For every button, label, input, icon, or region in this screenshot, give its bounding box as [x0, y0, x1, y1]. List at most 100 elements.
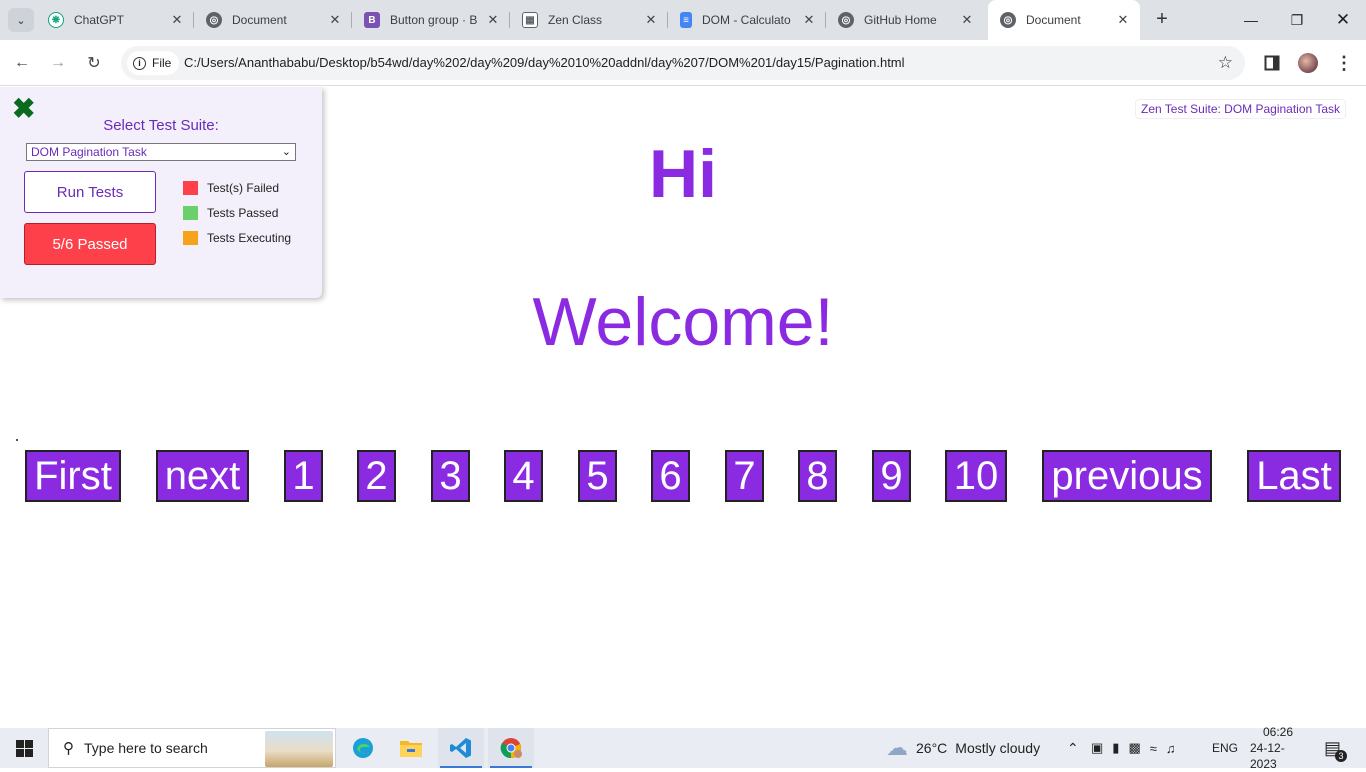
- pagination-page-3[interactable]: 3: [431, 450, 470, 502]
- taskbar-file-explorer[interactable]: [388, 728, 434, 768]
- url-text[interactable]: C:/Users/Ananthababu/Desktop/b54wd/day%2…: [184, 55, 905, 70]
- meet-icon[interactable]: ▣: [1091, 740, 1103, 756]
- close-tab-icon[interactable]: ✕: [642, 12, 660, 28]
- taskbar-vscode[interactable]: [438, 728, 484, 768]
- edge-icon: [353, 738, 373, 758]
- taskbar-chrome[interactable]: [488, 728, 534, 768]
- test-suite-tag: Zen Test Suite: DOM Pagination Task: [1135, 99, 1346, 119]
- tab-github-home[interactable]: ◎ GitHub Home ✕: [826, 0, 984, 40]
- tab-chatgpt[interactable]: ❋ ChatGPT ✕: [36, 0, 194, 40]
- tab-title: Document: [1026, 13, 1081, 27]
- legend-executing: Tests Executing: [183, 231, 291, 245]
- close-tab-icon[interactable]: ✕: [1114, 12, 1132, 28]
- tab-document-active[interactable]: ◎ Document ✕: [988, 0, 1140, 40]
- close-icon: ✕: [1335, 10, 1351, 29]
- pagination-page-6[interactable]: 6: [651, 450, 690, 502]
- pagination-page-2[interactable]: 2: [357, 450, 396, 502]
- welcome-text: Welcome!: [532, 284, 834, 360]
- profile-avatar[interactable]: [1296, 51, 1320, 75]
- bookmark-star-icon[interactable]: ☆: [1218, 53, 1233, 73]
- close-tab-icon[interactable]: ✕: [958, 12, 976, 28]
- pagination-page-7[interactable]: 7: [725, 450, 764, 502]
- restore-icon: ❐: [1290, 11, 1304, 28]
- pagination-previous-button[interactable]: previous: [1042, 450, 1212, 502]
- close-tab-icon[interactable]: ✕: [168, 12, 186, 28]
- weather-temp: 26°C: [916, 740, 948, 756]
- info-icon: i: [133, 56, 146, 70]
- stray-dot: [16, 439, 18, 441]
- test-result-badge[interactable]: 5/6 Passed: [24, 223, 156, 265]
- close-window-button[interactable]: ✕: [1320, 0, 1366, 40]
- site-info-chip[interactable]: i File: [127, 51, 180, 75]
- side-panel-icon[interactable]: [1260, 51, 1284, 75]
- volume-muted-icon[interactable]: ♫: [1166, 741, 1176, 756]
- avatar: [1298, 53, 1318, 73]
- tray-overflow-button[interactable]: ⌃: [1067, 728, 1079, 768]
- chrome-icon: [500, 738, 522, 759]
- pagination-page-5[interactable]: 5: [578, 450, 617, 502]
- reload-icon: ↻: [87, 55, 101, 72]
- forward-button[interactable]: →: [46, 51, 70, 75]
- tab-document-1[interactable]: ◎ Document ✕: [194, 0, 352, 40]
- pagination-next-button[interactable]: next: [156, 450, 249, 502]
- chevron-down-icon: ⌄: [16, 14, 26, 27]
- pagination-page-1[interactable]: 1: [284, 450, 323, 502]
- start-button[interactable]: [0, 728, 48, 768]
- battery-icon[interactable]: ▮: [1112, 740, 1119, 756]
- globe-icon: ◎: [1000, 12, 1016, 28]
- menu-kebab-icon[interactable]: ⋮: [1332, 51, 1356, 75]
- minimize-icon: —: [1244, 12, 1258, 28]
- close-tab-icon[interactable]: ✕: [800, 12, 818, 28]
- pagination-page-10[interactable]: 10: [945, 450, 1007, 502]
- back-button[interactable]: ←: [10, 51, 34, 75]
- page-heading: Hi: [649, 136, 717, 212]
- tab-title: Button group · B: [390, 13, 478, 27]
- arrow-right-icon: →: [50, 54, 66, 71]
- pagination-page-4[interactable]: 4: [504, 450, 543, 502]
- tab-zen-class[interactable]: ▦ Zen Class ✕: [510, 0, 668, 40]
- tab-button-group[interactable]: B Button group · B ✕: [352, 0, 510, 40]
- chatgpt-icon: ❋: [48, 12, 64, 28]
- search-icon: ⚲: [63, 740, 74, 757]
- pagination-page-8[interactable]: 8: [798, 450, 837, 502]
- close-tab-icon[interactable]: ✕: [484, 12, 502, 28]
- pagination-last-button[interactable]: Last: [1247, 450, 1341, 502]
- notifications-button[interactable]: ▤ 3: [1324, 728, 1347, 768]
- tab-dom-calculator[interactable]: ≡ DOM - Calculato ✕: [668, 0, 826, 40]
- taskbar-edge[interactable]: [340, 728, 386, 768]
- close-tab-icon[interactable]: ✕: [326, 12, 344, 28]
- globe-icon: ◎: [838, 12, 854, 28]
- executing-swatch: [183, 231, 198, 245]
- plus-icon: +: [1156, 8, 1168, 30]
- reload-button[interactable]: ↻: [82, 51, 106, 75]
- browser-tab-strip: ⌄ ❋ ChatGPT ✕ ◎ Document ✕ B Button grou…: [0, 0, 1366, 40]
- arrow-left-icon: ←: [14, 54, 30, 71]
- weather-widget[interactable]: ☁ 26°C Mostly cloudy: [886, 728, 1040, 768]
- tab-title: ChatGPT: [74, 13, 125, 27]
- bootstrap-icon: B: [364, 12, 380, 28]
- legend-label: Tests Executing: [207, 231, 292, 245]
- tab-title: Zen Class: [548, 13, 603, 27]
- tab-title: GitHub Home: [864, 13, 937, 27]
- notification-count-badge: 3: [1335, 750, 1347, 762]
- vscode-icon: [450, 738, 471, 758]
- pagination-first-button[interactable]: First: [25, 450, 121, 502]
- folder-icon: [400, 741, 422, 757]
- panel-title: Select Test Suite:: [103, 117, 219, 134]
- address-bar[interactable]: i File C:/Users/Ananthababu/Desktop/b54w…: [121, 46, 1245, 80]
- docs-icon: ≡: [680, 12, 692, 28]
- minimize-button[interactable]: —: [1228, 0, 1274, 40]
- wifi-icon[interactable]: ≈: [1150, 741, 1157, 756]
- scheme-label: File: [152, 56, 172, 70]
- tab-title: Document: [232, 13, 287, 27]
- weather-desc: Mostly cloudy: [955, 740, 1041, 756]
- pagination-page-9[interactable]: 9: [872, 450, 911, 502]
- new-tab-button[interactable]: +: [1150, 8, 1174, 32]
- restore-button[interactable]: ❐: [1274, 0, 1320, 40]
- monitor-icon[interactable]: ▩: [1128, 740, 1140, 756]
- windows-logo-icon: [15, 739, 33, 757]
- tab-search-button[interactable]: ⌄: [8, 8, 34, 32]
- taskbar-search-box[interactable]: ⚲ Type here to search: [48, 728, 336, 768]
- language-indicator[interactable]: ENG: [1212, 728, 1238, 768]
- clock[interactable]: 06:26 24-12-2023: [1250, 725, 1306, 771]
